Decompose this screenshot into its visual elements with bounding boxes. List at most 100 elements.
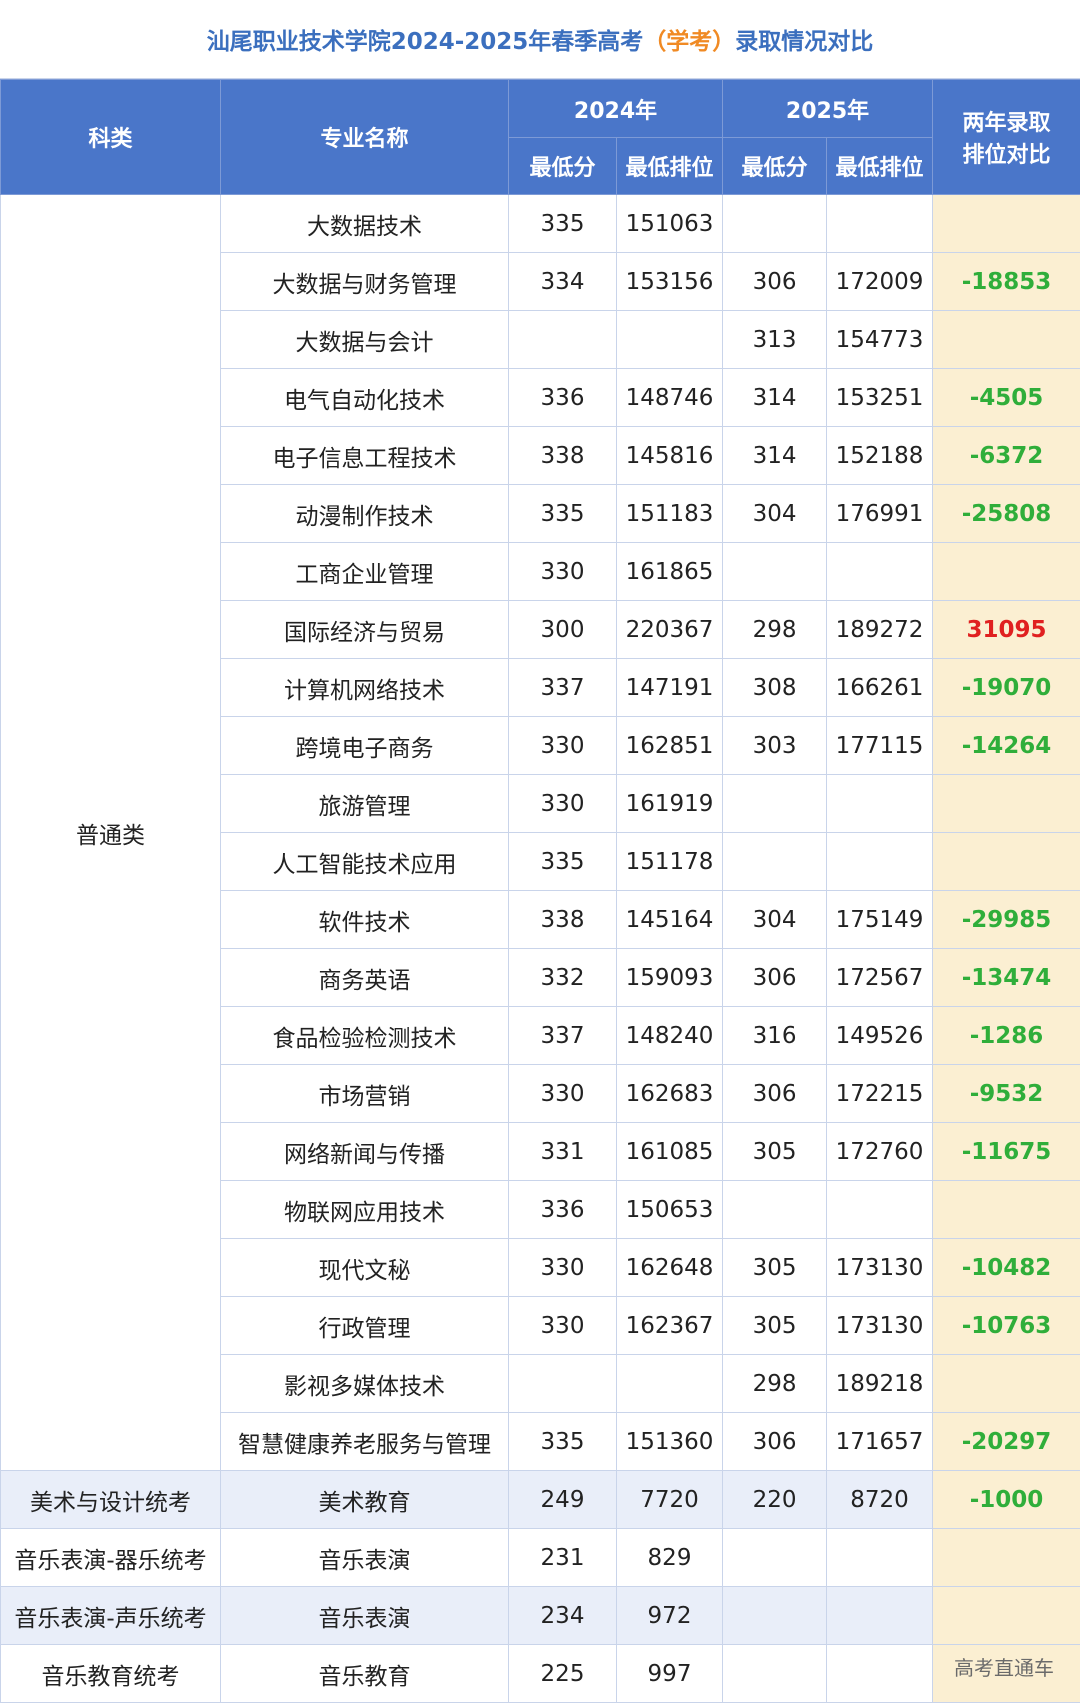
admission-table: 科类 专业名称 2024年 2025年 两年录取 排位对比 最低分 最低排位 最… [0, 79, 1080, 1703]
major-cell: 现代文秘 [220, 1238, 509, 1297]
rank-2024-cell: 150653 [615, 1180, 724, 1239]
score-2025-cell: 298 [722, 600, 828, 659]
rank-2024-cell: 162367 [615, 1296, 724, 1355]
score-2025-cell: 314 [722, 368, 828, 427]
major-cell: 市场营销 [220, 1064, 509, 1123]
header-compare-line2: 排位对比 [962, 143, 1051, 168]
major-cell: 网络新闻与传播 [220, 1122, 509, 1181]
rank-2025-cell: 172009 [826, 252, 934, 311]
major-cell: 音乐表演 [220, 1528, 509, 1587]
score-2024-cell: 335 [508, 484, 617, 543]
rank-compare-cell: -10482 [932, 1238, 1080, 1297]
major-cell: 计算机网络技术 [220, 658, 509, 717]
category-cell: 美术与设计统考 [0, 1470, 221, 1529]
header-year-2024: 2024年 [507, 79, 724, 138]
score-2024-cell: 336 [508, 368, 617, 427]
s24-cell: 249 [508, 1470, 617, 1529]
r25-cell [826, 1586, 934, 1645]
score-2025-cell: 305 [722, 1296, 828, 1355]
score-2024-cell: 330 [508, 1296, 617, 1355]
title-main: 汕尾职业技术学院2024-2025年春季高考 [206, 29, 644, 55]
rank-2024-cell: 151183 [615, 484, 724, 543]
rank-2025-cell [826, 542, 934, 601]
score-2025-cell: 316 [722, 1006, 828, 1065]
rank-2025-cell: 171657 [826, 1412, 934, 1471]
rank-2024-cell: 159093 [615, 948, 724, 1007]
s24-cell: 234 [508, 1586, 617, 1645]
major-cell: 食品检验检测技术 [220, 1006, 509, 1065]
rank-2024-cell: 148240 [615, 1006, 724, 1065]
score-2025-cell [722, 194, 828, 253]
r25-cell [826, 1644, 934, 1703]
major-cell: 大数据与财务管理 [220, 252, 509, 311]
rank-2025-cell: 154773 [826, 310, 934, 369]
rank-2024-cell: 145164 [615, 890, 724, 949]
major-cell: 物联网应用技术 [220, 1180, 509, 1239]
table-row: 普通类 大数据技术 335 151063 [0, 194, 1080, 1471]
score-2024-cell: 337 [508, 658, 617, 717]
rank-2024-cell: 161865 [615, 542, 724, 601]
header-min-rank-2025: 最低排位 [826, 137, 934, 195]
rank-compare-cell: -20297 [932, 1412, 1080, 1471]
major-cell: 动漫制作技术 [220, 484, 509, 543]
s25-cell [722, 1644, 828, 1703]
rank-compare-cell [932, 542, 1080, 601]
score-2024-cell: 338 [508, 890, 617, 949]
rank-2025-cell: 173130 [826, 1296, 934, 1355]
rank-2025-cell [826, 832, 934, 891]
major-cell: 软件技术 [220, 890, 509, 949]
rank-compare-cell [932, 832, 1080, 891]
r25-cell [826, 1528, 934, 1587]
table-row: 音乐教育统考 音乐教育 225 997 [0, 1644, 1080, 1703]
rank-2025-cell: 172215 [826, 1064, 934, 1123]
score-2024-cell: 330 [508, 774, 617, 833]
header-year-2025: 2025年 [722, 79, 934, 138]
rank-compare-cell: -29985 [932, 890, 1080, 949]
score-2025-cell: 313 [722, 310, 828, 369]
score-2024-cell: 330 [508, 716, 617, 775]
score-2025-cell: 303 [722, 716, 828, 775]
score-2025-cell: 314 [722, 426, 828, 485]
rank-2025-cell: 149526 [826, 1006, 934, 1065]
rank-compare-cell: -13474 [932, 948, 1080, 1007]
s24-cell: 231 [508, 1528, 617, 1587]
rank-compare-cell: -14264 [932, 716, 1080, 775]
title-suffix: 录取情况对比 [735, 29, 874, 55]
major-cell: 电子信息工程技术 [220, 426, 509, 485]
rank-2024-cell: 161919 [615, 774, 724, 833]
rank-compare-cell: -1286 [932, 1006, 1080, 1065]
rank-2024-cell: 162648 [615, 1238, 724, 1297]
major-cell: 人工智能技术应用 [220, 832, 509, 891]
major-cell: 美术教育 [220, 1470, 509, 1529]
score-2024-cell: 338 [508, 426, 617, 485]
rank-2024-cell [615, 1354, 724, 1413]
page-title: 汕尾职业技术学院2024-2025年春季高考 （学考） 录取情况对比 [0, 0, 1080, 79]
header-category: 科类 [0, 79, 221, 195]
score-2024-cell: 335 [508, 1412, 617, 1471]
rank-2024-cell: 148746 [615, 368, 724, 427]
rank-2025-cell: 189218 [826, 1354, 934, 1413]
s25-cell: 220 [722, 1470, 828, 1529]
rank-2025-cell: 189272 [826, 600, 934, 659]
score-2024-cell: 300 [508, 600, 617, 659]
score-2025-cell [722, 1180, 828, 1239]
rank-2024-cell: 151178 [615, 832, 724, 891]
rank-compare-cell [932, 1528, 1080, 1587]
r24-cell: 7720 [615, 1470, 724, 1529]
rank-compare-cell: -10763 [932, 1296, 1080, 1355]
rank-compare-cell: -25808 [932, 484, 1080, 543]
s25-cell [722, 1586, 828, 1645]
score-2025-cell: 304 [722, 484, 828, 543]
rank-2025-cell: 177115 [826, 716, 934, 775]
rank-compare-cell [932, 1354, 1080, 1413]
score-2024-cell: 330 [508, 1238, 617, 1297]
rank-2025-cell [826, 1180, 934, 1239]
major-cell: 大数据技术 [220, 194, 509, 253]
score-2024-cell: 331 [508, 1122, 617, 1181]
score-2025-cell [722, 774, 828, 833]
header-compare-line1: 两年录取 [962, 111, 1051, 136]
rank-compare-cell: -4505 [932, 368, 1080, 427]
rank-2024-cell: 145816 [615, 426, 724, 485]
rank-2024-cell: 147191 [615, 658, 724, 717]
rank-2024-cell: 162683 [615, 1064, 724, 1123]
